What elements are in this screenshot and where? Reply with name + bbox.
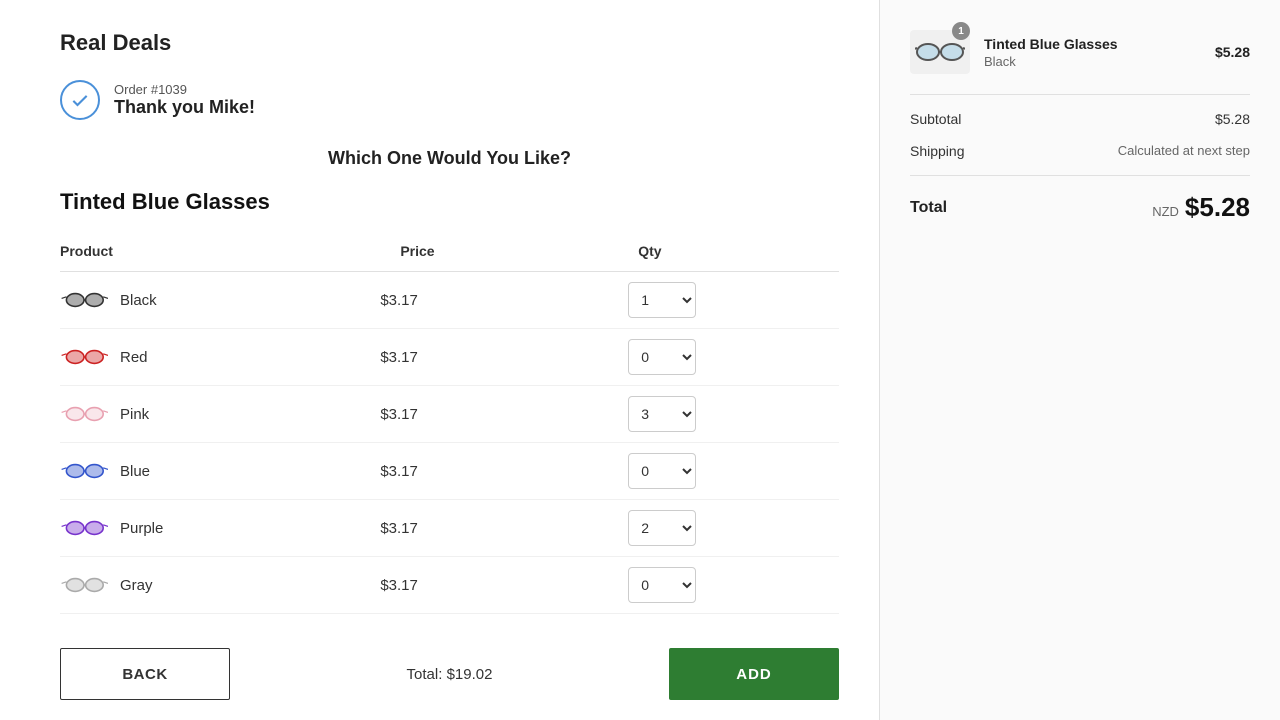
- table-row: Blue $3.17 012345: [60, 443, 839, 500]
- glasses-image-red: [60, 341, 108, 373]
- qty-select-pink[interactable]: 012345: [628, 396, 696, 432]
- product-name-pink: Pink: [120, 406, 149, 423]
- order-confirmation: Order #1039 Thank you Mike!: [60, 80, 839, 120]
- price-cell-gray: $3.17: [380, 557, 628, 614]
- product-cell-blue: Blue: [60, 443, 380, 500]
- shipping-row: Shipping Calculated at next step: [910, 143, 1250, 159]
- total-display: Total: $19.02: [250, 666, 649, 683]
- product-name-blue: Blue: [120, 463, 150, 480]
- price-cell-purple: $3.17: [380, 500, 628, 557]
- glasses-image-gray: [60, 569, 108, 601]
- right-panel: 1 Tinted Blue Glasses Black $5.28 Subtot…: [880, 0, 1280, 720]
- product-cell-pink: Pink: [60, 386, 380, 443]
- table-row: Pink $3.17 012345: [60, 386, 839, 443]
- glasses-image-black: [60, 284, 108, 316]
- glasses-image-pink: [60, 398, 108, 430]
- cart-item-price: $5.28: [1215, 44, 1250, 60]
- cart-badge: 1: [952, 22, 970, 40]
- qty-col-header: Qty: [628, 235, 839, 272]
- glasses-image-purple: [60, 512, 108, 544]
- total-currency: NZD: [1152, 204, 1179, 219]
- order-info: Order #1039 Thank you Mike!: [114, 82, 255, 118]
- total-amount: NZD $5.28: [1152, 192, 1250, 223]
- total-row: Total NZD $5.28: [910, 175, 1250, 223]
- shipping-label: Shipping: [910, 143, 965, 159]
- order-number: Order #1039: [114, 82, 255, 97]
- subtotal-row: Subtotal $5.28: [910, 111, 1250, 127]
- qty-select-red[interactable]: 012345: [628, 339, 696, 375]
- shipping-value: Calculated at next step: [1118, 143, 1250, 159]
- qty-cell-purple: 012345: [628, 500, 839, 557]
- qty-cell-pink: 012345: [628, 386, 839, 443]
- product-cell-purple: Purple: [60, 500, 380, 557]
- back-button[interactable]: BACK: [60, 648, 230, 700]
- product-name-red: Red: [120, 349, 148, 366]
- bottom-bar: BACK Total: $19.02 ADD: [60, 638, 839, 700]
- product-col-header: Product: [60, 235, 380, 272]
- qty-select-blue[interactable]: 012345: [628, 453, 696, 489]
- qty-cell-blue: 012345: [628, 443, 839, 500]
- cart-item-info: Tinted Blue Glasses Black: [984, 36, 1201, 69]
- product-title: Tinted Blue Glasses: [60, 189, 839, 215]
- add-button[interactable]: ADD: [669, 648, 839, 700]
- product-table: Product Price Qty: [60, 235, 839, 614]
- price-cell-black: $3.17: [380, 272, 628, 329]
- section-question: Which One Would You Like?: [60, 148, 839, 169]
- table-row: Black $3.17 012345: [60, 272, 839, 329]
- glasses-image-blue: [60, 455, 108, 487]
- subtotal-value: $5.28: [1215, 111, 1250, 127]
- cart-item-variant: Black: [984, 54, 1201, 69]
- subtotal-label: Subtotal: [910, 111, 961, 127]
- qty-select-gray[interactable]: 012345: [628, 567, 696, 603]
- qty-cell-gray: 012345: [628, 557, 839, 614]
- left-panel: Real Deals Order #1039 Thank you Mike! W…: [0, 0, 880, 720]
- price-cell-blue: $3.17: [380, 443, 628, 500]
- qty-cell-red: 012345: [628, 329, 839, 386]
- total-value: $5.28: [1185, 192, 1250, 223]
- product-cell-black: Black: [60, 272, 380, 329]
- product-name-gray: Gray: [120, 577, 153, 594]
- qty-select-black[interactable]: 012345: [628, 282, 696, 318]
- cart-item-name: Tinted Blue Glasses: [984, 36, 1201, 52]
- product-name-purple: Purple: [120, 520, 163, 537]
- price-cell-pink: $3.17: [380, 386, 628, 443]
- qty-cell-black: 012345: [628, 272, 839, 329]
- price-cell-red: $3.17: [380, 329, 628, 386]
- product-name-black: Black: [120, 292, 157, 309]
- qty-select-purple[interactable]: 012345: [628, 510, 696, 546]
- cart-item: 1 Tinted Blue Glasses Black $5.28: [910, 30, 1250, 95]
- price-col-header: Price: [380, 235, 628, 272]
- product-cell-red: Red: [60, 329, 380, 386]
- table-row: Gray $3.17 012345: [60, 557, 839, 614]
- check-circle-icon: [60, 80, 100, 120]
- store-name: Real Deals: [60, 30, 839, 56]
- total-label: Total: [910, 199, 947, 217]
- table-row: Red $3.17 012345: [60, 329, 839, 386]
- table-row: Purple $3.17 012345: [60, 500, 839, 557]
- product-cell-gray: Gray: [60, 557, 380, 614]
- thank-you-message: Thank you Mike!: [114, 97, 255, 118]
